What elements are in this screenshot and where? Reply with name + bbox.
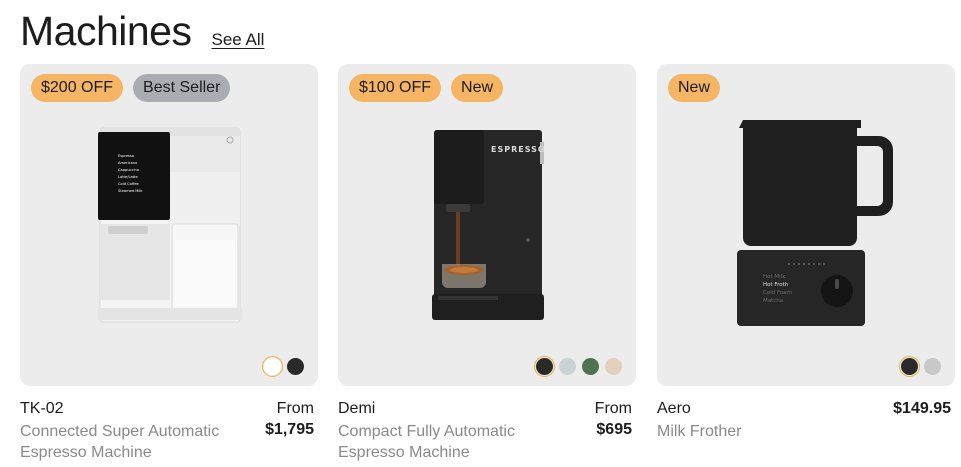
frother-mode: Cold Foam [763, 290, 792, 296]
product-image-tile[interactable]: Hot Milk Hot Froth Cold Foam Matcha New [657, 64, 955, 386]
product-price: $695 [596, 421, 632, 438]
screen-menu-item: Espresso [118, 154, 134, 158]
screen-menu-item: Cold Coffee [118, 182, 140, 186]
aero-frother-image: Hot Milk Hot Froth Cold Foam Matcha [737, 120, 893, 326]
color-swatches [533, 355, 622, 378]
product-price: $149.95 [893, 400, 951, 417]
section-title: Machines [20, 8, 192, 54]
product-image-tile[interactable]: Espresso Americano Cappuccino Latte/Latt… [20, 64, 318, 386]
demi-machine-image: ESPRESSO [432, 130, 546, 320]
machine-brand-label: ESPRESSO [491, 145, 546, 154]
color-swatch-white[interactable] [261, 355, 284, 378]
see-all-link[interactable]: See All [211, 30, 264, 50]
section-header: Machines See All [20, 8, 264, 55]
discount-badge: $200 OFF [31, 74, 124, 102]
product-name[interactable]: Demi [338, 400, 375, 418]
product-price: $1,795 [265, 421, 314, 438]
frother-mode: Matcha [763, 298, 783, 304]
product-subtitle: Connected Super Automatic Espresso Machi… [20, 423, 220, 461]
product-card-demi[interactable]: ESPRESSO $100 OFF New Demi Compact Fully… [338, 64, 636, 464]
product-subtitle: Compact Fully Automatic Espresso Machine [338, 423, 515, 461]
product-info: Demi Compact Fully Automatic Espresso Ma… [338, 400, 636, 464]
price-prefix: From [594, 400, 632, 417]
color-swatch-light-blue[interactable] [559, 358, 576, 375]
price-prefix: From [276, 400, 314, 417]
badge-group: $100 OFF New [349, 74, 504, 102]
color-swatch-cream[interactable] [605, 358, 622, 375]
color-swatch-green[interactable] [582, 358, 599, 375]
color-swatches [898, 355, 941, 378]
color-swatch-black[interactable] [898, 355, 921, 378]
new-badge: New [668, 74, 721, 102]
best-seller-badge: Best Seller [133, 74, 231, 102]
screen-menu-item: Steamed Milk [118, 189, 143, 193]
badge-group: New [668, 74, 721, 102]
screen-menu-item: Latte/Latte [118, 175, 138, 179]
screen-menu-item: Americano [118, 161, 137, 165]
color-swatch-silver[interactable] [924, 358, 941, 375]
product-name[interactable]: TK-02 [20, 400, 64, 418]
tk-02-machine-image: Espresso Americano Cappuccino Latte/Latt… [98, 127, 242, 323]
product-info: TK-02 Connected Super Automatic Espresso… [20, 400, 318, 464]
color-swatches [261, 355, 304, 378]
product-subtitle: Milk Frother [657, 423, 742, 440]
product-card-aero[interactable]: Hot Milk Hot Froth Cold Foam Matcha New … [657, 64, 955, 464]
product-name[interactable]: Aero [657, 400, 691, 418]
product-image-tile[interactable]: ESPRESSO $100 OFF New [338, 64, 636, 386]
screen-menu-item: Cappuccino [118, 168, 139, 172]
new-badge: New [451, 74, 504, 102]
badge-group: $200 OFF Best Seller [31, 74, 231, 102]
discount-badge: $100 OFF [349, 74, 442, 102]
frother-mode: Hot Froth [763, 282, 789, 288]
product-card-tk-02[interactable]: Espresso Americano Cappuccino Latte/Latt… [20, 64, 318, 464]
product-info: Aero Milk Frother $149.95 [657, 400, 955, 464]
color-swatch-black[interactable] [287, 358, 304, 375]
frother-mode: Hot Milk [763, 274, 786, 280]
color-swatch-black[interactable] [533, 355, 556, 378]
